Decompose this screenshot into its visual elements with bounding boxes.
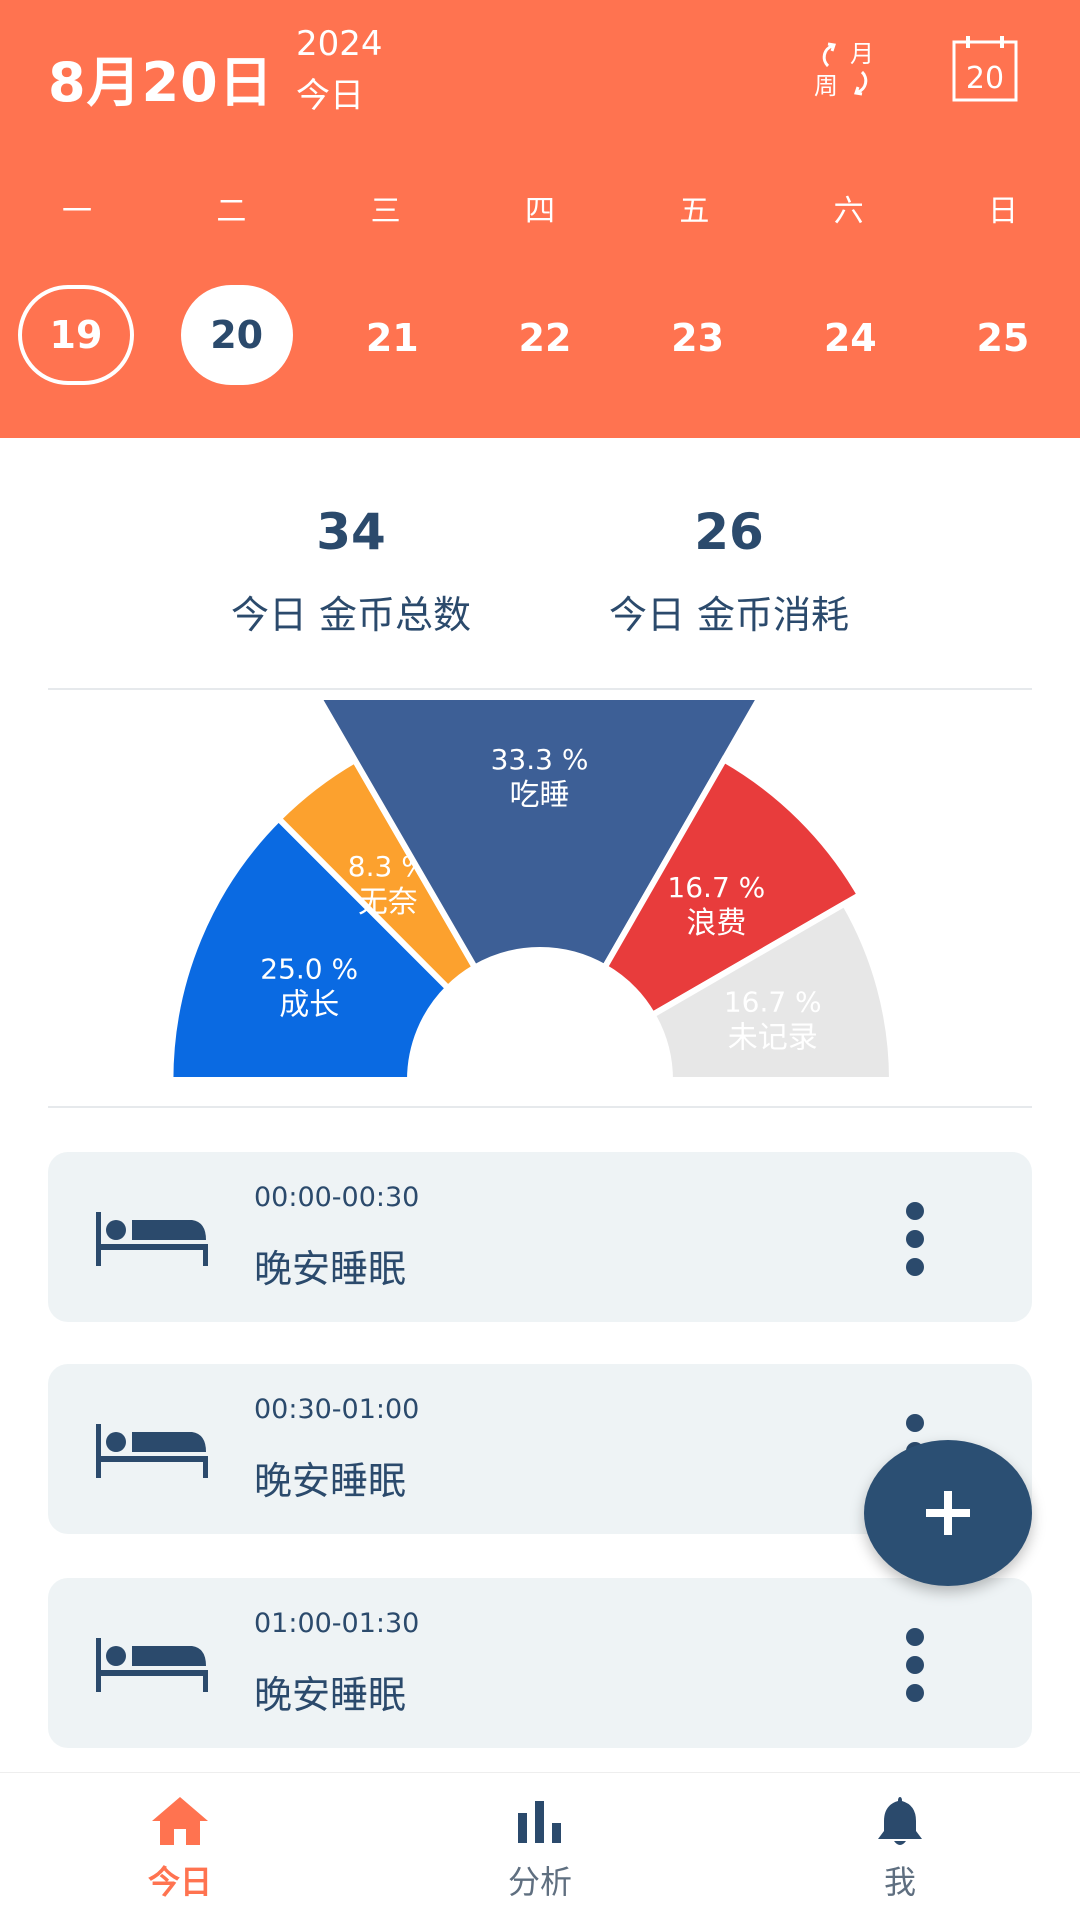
calendar-day: 20 (966, 61, 1004, 96)
weekday-label: 三 (370, 194, 401, 229)
bottom-navigation: 今日 分析 我 (0, 1772, 1080, 1921)
nav-label: 我 (883, 1863, 916, 1901)
nav-item-today[interactable]: 今日 (80, 1795, 280, 1903)
date-cell[interactable]: 22 (492, 285, 598, 391)
spent-coins-stat: 26 今日 金币消耗 (564, 502, 894, 639)
switch-month-label: 月 (850, 40, 874, 68)
weekday-label: 二 (216, 194, 247, 229)
date-cell-today[interactable]: 19 (18, 285, 134, 385)
date-cell[interactable]: 24 (797, 285, 903, 391)
bed-icon (96, 1638, 208, 1692)
chart-slice-percent: 16.7 % (724, 986, 822, 1019)
bar-chart-icon (518, 1801, 561, 1843)
divider (48, 688, 1032, 690)
entry-time: 00:00-00:30 (254, 1182, 420, 1213)
week-month-switch-button[interactable]: 月 周 (806, 32, 882, 104)
bell-icon (878, 1797, 922, 1845)
chart-slice-percent: 33.3 % (491, 743, 589, 776)
calendar-button[interactable]: 20 (948, 32, 1024, 104)
nav-item-analysis[interactable]: 分析 (440, 1795, 640, 1903)
weekday-label: 五 (679, 194, 710, 229)
today-label: 今日 (296, 76, 364, 116)
entry-time: 01:00-01:30 (254, 1608, 420, 1639)
list-item[interactable]: 01:00-01:30 晚安睡眠 (48, 1578, 1032, 1748)
category-half-donut-chart: 25.0 %成长8.3 %无奈33.3 %吃睡16.7 %浪费16.7 %未记录 (167, 700, 896, 1083)
entry-title: 晚安睡眠 (254, 1247, 407, 1291)
spent-coins-value: 26 (694, 503, 764, 561)
divider (48, 1106, 1032, 1108)
date-cell-selected[interactable]: 20 (180, 285, 293, 385)
home-icon (152, 1797, 208, 1845)
spent-coins-label: 今日 金币消耗 (608, 593, 850, 637)
weekday-row: 一 二 三 四 五 六 日 (0, 186, 1080, 230)
switch-week-label: 周 (814, 72, 838, 100)
current-date[interactable]: 8月20日 (48, 38, 274, 117)
date-cell[interactable]: 23 (645, 285, 751, 391)
chart-slice-percent: 16.7 % (667, 871, 765, 904)
switch-icon: 月 周 (814, 40, 874, 100)
date-cell[interactable]: 21 (339, 285, 445, 391)
header: 8月20日 2024 今日 月 周 20 一 二 三 四 五 六 日 19 20… (0, 0, 1080, 438)
more-menu-button[interactable] (906, 1202, 926, 1276)
weekday-label: 日 (987, 194, 1018, 229)
chart-slice-label: 成长 (279, 987, 339, 1022)
weekday-label: 六 (833, 194, 864, 229)
chart-slice-label: 吃睡 (510, 778, 570, 813)
chart-slice-percent: 25.0 % (260, 952, 358, 985)
bed-icon (96, 1424, 208, 1478)
total-coins-value: 34 (316, 503, 386, 561)
entry-title: 晚安睡眠 (254, 1459, 407, 1503)
weekday-label: 四 (524, 194, 555, 229)
add-entry-button[interactable] (864, 1440, 1032, 1586)
total-coins-label: 今日 金币总数 (230, 593, 472, 637)
nav-item-me[interactable]: 我 (800, 1795, 1000, 1903)
calendar-icon: 20 (952, 36, 1018, 102)
weekday-label: 一 (62, 194, 92, 229)
nav-label: 今日 (147, 1863, 212, 1901)
entry-title: 晚安睡眠 (254, 1673, 407, 1717)
plus-icon (926, 1491, 970, 1535)
date-cell[interactable]: 25 (950, 285, 1056, 391)
nav-label: 分析 (507, 1863, 572, 1901)
bed-icon (96, 1212, 208, 1266)
more-menu-button[interactable] (906, 1628, 926, 1702)
chart-slice-label: 无奈 (358, 885, 418, 920)
chart-slice-label: 浪费 (686, 906, 746, 941)
current-year: 2024 (296, 24, 383, 64)
total-coins-stat: 34 今日 金币总数 (186, 502, 516, 639)
entry-time: 00:30-01:00 (254, 1394, 420, 1425)
list-item[interactable]: 00:00-00:30 晚安睡眠 (48, 1152, 1032, 1322)
date-row: 19 20 21 22 23 24 25 (0, 285, 1080, 391)
chart-slice-label: 未记录 (728, 1021, 818, 1056)
